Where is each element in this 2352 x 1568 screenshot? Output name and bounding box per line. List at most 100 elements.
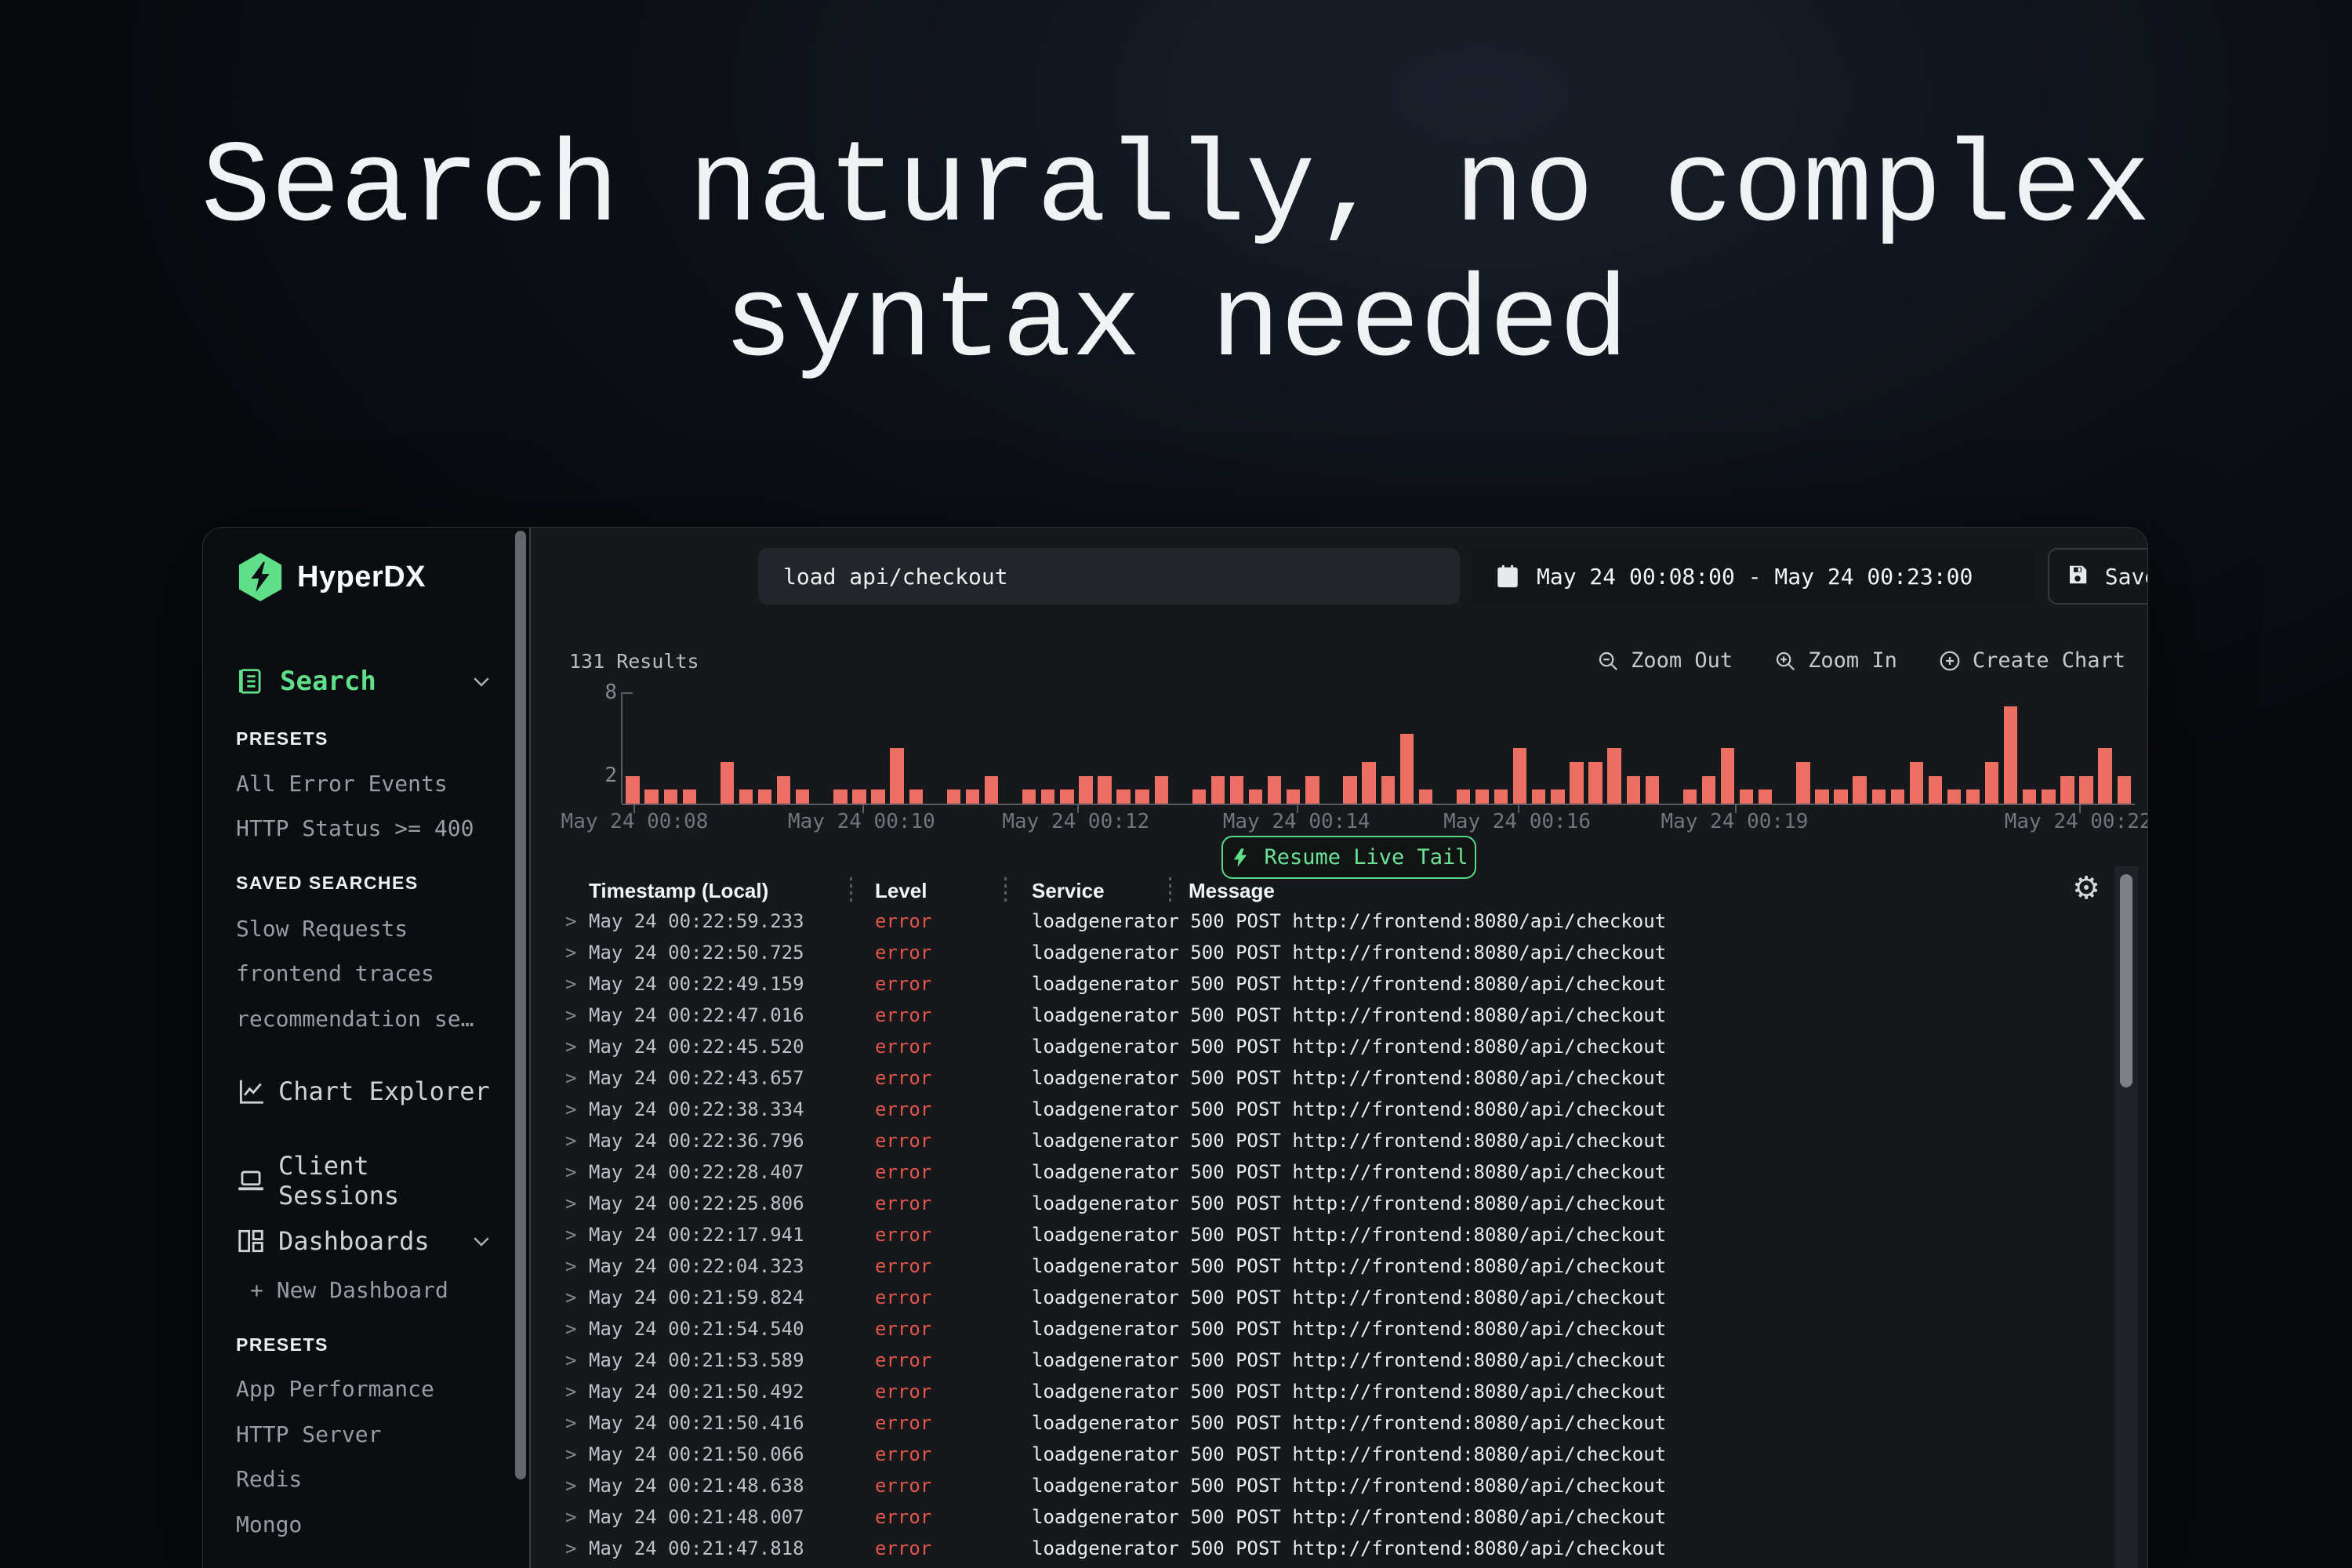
- histogram-bar[interactable]: [1133, 692, 1152, 804]
- histogram-bar[interactable]: [1699, 692, 1718, 804]
- histogram-bar[interactable]: [1303, 692, 1322, 804]
- table-row[interactable]: >May 24 00:21:59.824errorloadgenerator 5…: [532, 1282, 2113, 1313]
- table-settings-gear-icon[interactable]: ⚙: [2072, 873, 2100, 904]
- sidebar-item-mongo[interactable]: Mongo: [236, 1512, 493, 1537]
- histogram-bar[interactable]: [1511, 692, 1530, 804]
- table-row[interactable]: >May 24 00:21:48.007errorloadgenerator 5…: [532, 1501, 2113, 1533]
- sidebar-item-all-error-events[interactable]: All Error Events: [236, 771, 493, 797]
- histogram-bar[interactable]: [1492, 692, 1511, 804]
- table-row[interactable]: >May 24 00:22:28.407errorloadgenerator 5…: [532, 1156, 2113, 1188]
- sidebar-item-recommendation[interactable]: recommendation se…: [236, 1006, 493, 1032]
- histogram-bar[interactable]: [1001, 692, 1020, 804]
- table-row[interactable]: >May 24 00:22:25.806errorloadgenerator 5…: [532, 1188, 2113, 1219]
- histogram-bar[interactable]: [1171, 692, 1189, 804]
- histogram-bar[interactable]: [1737, 692, 1756, 804]
- histogram-bar[interactable]: [1416, 692, 1435, 804]
- histogram-bar[interactable]: [1058, 692, 1076, 804]
- histogram-bar[interactable]: [906, 692, 925, 804]
- sidebar-item-new-dashboard[interactable]: + New Dashboard: [250, 1277, 493, 1303]
- save-button[interactable]: Save: [2048, 548, 2148, 604]
- column-header-service[interactable]: Service: [1032, 879, 1105, 903]
- histogram-bar[interactable]: [699, 692, 717, 804]
- date-range-picker[interactable]: May 24 00:08:00 - May 24 00:23:00: [1471, 548, 2035, 604]
- histogram-bar[interactable]: [1944, 692, 1963, 804]
- search-input[interactable]: load api/checkout: [758, 548, 1460, 604]
- histogram-bar[interactable]: [1114, 692, 1133, 804]
- histogram-bar[interactable]: [793, 692, 812, 804]
- sidebar-scrollbar[interactable]: [515, 531, 526, 1479]
- histogram-bar[interactable]: [1454, 692, 1472, 804]
- histogram-bar[interactable]: [925, 692, 944, 804]
- column-header-level[interactable]: Level: [875, 879, 927, 903]
- histogram-bar[interactable]: [1794, 692, 1813, 804]
- histogram-bar[interactable]: [1228, 692, 1247, 804]
- histogram-bar[interactable]: [756, 692, 775, 804]
- histogram-bar[interactable]: [831, 692, 850, 804]
- histogram-bar[interactable]: [1095, 692, 1114, 804]
- histogram-bar[interactable]: [1152, 692, 1171, 804]
- table-row[interactable]: >May 24 00:22:17.941errorloadgenerator 5…: [532, 1219, 2113, 1250]
- histogram-bar[interactable]: [1624, 692, 1642, 804]
- table-row[interactable]: >May 24 00:21:48.638errorloadgenerator 5…: [532, 1470, 2113, 1501]
- chevron-down-icon[interactable]: [470, 670, 493, 693]
- table-row[interactable]: >May 24 00:21:47.818errorloadgenerator 5…: [532, 1533, 2113, 1564]
- table-row[interactable]: >May 24 00:22:47.016errorloadgenerator 5…: [532, 1000, 2113, 1031]
- table-row[interactable]: >May 24 00:22:38.334errorloadgenerator 5…: [532, 1094, 2113, 1125]
- histogram-bar[interactable]: [1548, 692, 1567, 804]
- column-header-message[interactable]: Message: [1189, 879, 1275, 903]
- histogram-bar[interactable]: [1964, 692, 1983, 804]
- histogram-bar[interactable]: [717, 692, 736, 804]
- chevron-down-icon[interactable]: [470, 1229, 493, 1253]
- histogram-bar[interactable]: [1265, 692, 1284, 804]
- table-row[interactable]: >May 24 00:22:49.159errorloadgenerator 5…: [532, 968, 2113, 1000]
- zoom-out-button[interactable]: Zoom Out: [1596, 648, 1733, 673]
- histogram-bar[interactable]: [850, 692, 869, 804]
- histogram-bar[interactable]: [2020, 692, 2039, 804]
- column-resize-handle[interactable]: [850, 877, 852, 904]
- sidebar-item-redis[interactable]: Redis: [236, 1466, 493, 1492]
- column-resize-handle[interactable]: [1004, 877, 1007, 904]
- sidebar-item-slow-requests[interactable]: Slow Requests: [236, 916, 493, 942]
- sidebar-item-app-performance[interactable]: App Performance: [236, 1376, 493, 1402]
- histogram-bar[interactable]: [1247, 692, 1265, 804]
- histogram-bar[interactable]: [1586, 692, 1605, 804]
- sidebar-item-http-status[interactable]: HTTP Status >= 400: [236, 815, 493, 841]
- histogram-bar[interactable]: [1039, 692, 1058, 804]
- histogram-bar[interactable]: [1530, 692, 1548, 804]
- table-row[interactable]: >errorloadgenerator 500 POST http://fron…: [532, 1564, 2113, 1568]
- sidebar-item-http-server[interactable]: HTTP Server: [236, 1421, 493, 1447]
- table-row[interactable]: >May 24 00:22:50.725errorloadgenerator 5…: [532, 937, 2113, 968]
- sidebar-item-search[interactable]: Search: [236, 666, 493, 697]
- histogram-bar[interactable]: [1076, 692, 1095, 804]
- histogram-bar[interactable]: [1189, 692, 1208, 804]
- table-scrollbar-track[interactable]: [2114, 866, 2138, 1568]
- histogram-bar[interactable]: [1605, 692, 1624, 804]
- histogram-bar[interactable]: [1661, 692, 1680, 804]
- sidebar-item-client-sessions[interactable]: Client Sessions: [236, 1151, 493, 1210]
- histogram-bar[interactable]: [1322, 692, 1341, 804]
- histogram-bar[interactable]: [1926, 692, 1944, 804]
- histogram-bar[interactable]: [2096, 692, 2114, 804]
- histogram-bar[interactable]: [1813, 692, 1831, 804]
- histogram-bar[interactable]: [963, 692, 982, 804]
- histogram-bar[interactable]: [1719, 692, 1737, 804]
- histogram-bar[interactable]: [1642, 692, 1661, 804]
- table-row[interactable]: >May 24 00:21:54.540errorloadgenerator 5…: [532, 1313, 2113, 1345]
- histogram-bar[interactable]: [1284, 692, 1303, 804]
- histogram-bar[interactable]: [1831, 692, 1850, 804]
- histogram-bar[interactable]: [1208, 692, 1227, 804]
- table-row[interactable]: >May 24 00:22:43.657errorloadgenerator 5…: [532, 1062, 2113, 1094]
- histogram-bar[interactable]: [2114, 692, 2133, 804]
- table-scrollbar-thumb[interactable]: [2120, 874, 2132, 1087]
- histogram-bar[interactable]: [1435, 692, 1454, 804]
- histogram-bar[interactable]: [1378, 692, 1397, 804]
- histogram-bar[interactable]: [812, 692, 831, 804]
- histogram-bar[interactable]: [1850, 692, 1869, 804]
- table-row[interactable]: >May 24 00:22:59.233errorloadgenerator 5…: [532, 906, 2113, 937]
- histogram-bar[interactable]: [1397, 692, 1416, 804]
- histogram-bar[interactable]: [944, 692, 963, 804]
- histogram-bar[interactable]: [1359, 692, 1378, 804]
- table-row[interactable]: >May 24 00:21:50.066errorloadgenerator 5…: [532, 1439, 2113, 1470]
- table-row[interactable]: >May 24 00:21:53.589errorloadgenerator 5…: [532, 1345, 2113, 1376]
- histogram-bar[interactable]: [642, 692, 661, 804]
